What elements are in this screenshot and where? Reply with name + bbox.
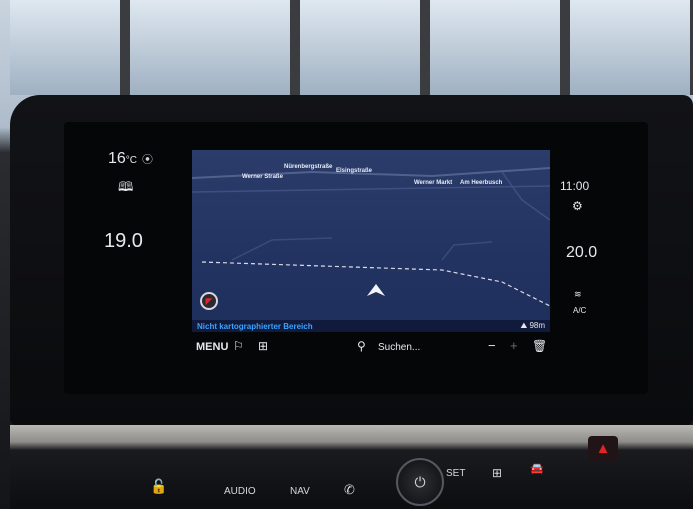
distance-readout: ⛰ 98m (520, 321, 545, 330)
map-status-bar: Nicht kartographierter Bereich ⛰ 98m (192, 320, 550, 332)
window-pane (130, 0, 300, 95)
delete-icon[interactable]: 🗑 (532, 339, 547, 353)
window-pane (300, 0, 430, 95)
right-climate-panel: 11:00 ⚙ 20.0 ≋ A/C (550, 122, 648, 394)
hazard-button[interactable]: ▲ (588, 436, 618, 462)
lock-icon[interactable]: 🔓 (150, 478, 167, 495)
infotainment-screen: 16°C ⦿ 🕮 19.0 Nürenbergstraße Elsingstra… (64, 122, 648, 394)
zoom-in-button[interactable]: + (510, 338, 518, 353)
car-icon[interactable]: 🚘 (530, 462, 544, 475)
fan-icon[interactable]: ≋ (574, 289, 582, 300)
set-button[interactable]: SET (446, 468, 465, 479)
power-knob[interactable]: ⏻ (396, 458, 444, 506)
left-temperature-setpoint[interactable]: 19.0 (104, 230, 143, 253)
ac-button[interactable]: A/C (573, 306, 586, 315)
location-pin-icon: ⦿ (142, 154, 153, 166)
street-label: Werner Straße (242, 174, 283, 180)
nav-button[interactable]: NAV (290, 486, 310, 497)
street-label: Elsingstraße (336, 168, 373, 174)
apps-grid-icon[interactable]: ⊞ (492, 466, 502, 480)
window-pane (570, 0, 693, 95)
window-pane (10, 0, 130, 95)
gear-icon[interactable]: ⚙ (572, 199, 583, 213)
book-icon[interactable]: 🕮 (118, 178, 133, 200)
street-label: Werner Markt (414, 180, 453, 186)
left-climate-panel: 16°C ⦿ 🕮 19.0 (64, 122, 192, 394)
outside-temperature: 16°C (108, 150, 138, 167)
street-label: Nürenbergstraße (284, 164, 333, 170)
search-button[interactable]: Suchen... (378, 342, 420, 353)
audio-button[interactable]: AUDIO (224, 486, 256, 497)
map-view-icon[interactable]: ⊞ (258, 339, 268, 353)
destination-flag-icon[interactable]: ⚐ (233, 339, 244, 353)
menu-button[interactable]: MENU (196, 341, 228, 353)
nav-toolbar: MENU ⚐ ⊞ ⚲ Suchen... − + 🗑 (192, 336, 550, 360)
power-icon: ⏻ (414, 474, 426, 490)
clock: 11:00 (560, 179, 590, 193)
right-temperature-setpoint[interactable]: 20.0 (566, 244, 597, 262)
search-icon[interactable]: ⚲ (357, 339, 366, 353)
street-label: Am Heerbusch (460, 180, 503, 186)
zoom-out-button[interactable]: − (488, 338, 496, 353)
phone-icon[interactable]: ✆ (344, 482, 355, 498)
window-pane (430, 0, 570, 95)
compass-icon[interactable]: ◤ (200, 292, 218, 310)
navigation-map[interactable]: Nürenbergstraße Elsingstraße Werner Stra… (192, 150, 550, 332)
map-status-text: Nicht kartographierter Bereich (197, 322, 313, 331)
